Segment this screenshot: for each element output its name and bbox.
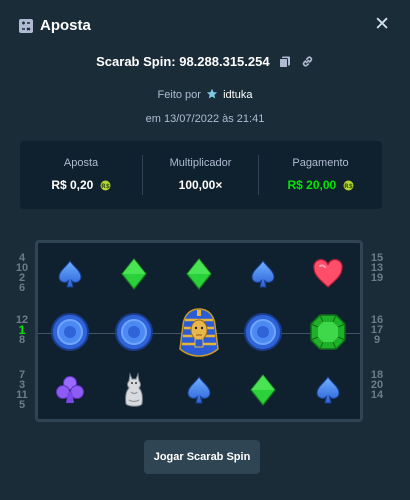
cat-icon	[119, 370, 149, 415]
star-icon	[206, 88, 218, 99]
svg-text:R$: R$	[344, 183, 353, 190]
spin-id: Scarab Spin: 98.288.315.254	[96, 54, 270, 69]
payline-numbers-left: 4 10 2 6 12 1 8 7 3 11 5	[14, 253, 30, 423]
reel-cell	[296, 306, 360, 362]
reel-cell	[38, 306, 102, 362]
pharaoh-icon	[177, 306, 221, 363]
reel-cell	[231, 248, 295, 304]
spade-icon	[182, 373, 216, 412]
modal-header: Aposta ✕	[0, 0, 410, 52]
stat-bet-value-row: R$ 0,20 R$	[20, 178, 142, 192]
payline-group-bottom: 7 3 11 5	[14, 370, 30, 411]
coin-icon: R$	[343, 180, 354, 191]
stat-payout-value-row: R$ 20,00 R$	[259, 178, 382, 192]
coin-icon	[243, 312, 283, 357]
payline-group-top: 15 13 19	[369, 253, 385, 284]
reel-cell	[296, 364, 360, 420]
heart-icon	[311, 258, 345, 295]
stat-payout: Pagamento R$ 20,00 R$	[259, 141, 382, 209]
reel-cell	[38, 364, 102, 420]
coin-icon	[50, 312, 90, 357]
coin-icon: R$	[100, 180, 111, 191]
spin-id-row: Scarab Spin: 98.288.315.254	[0, 54, 410, 69]
svg-text:R$: R$	[101, 183, 110, 190]
reel-cell	[231, 364, 295, 420]
payline-number: 5	[18, 399, 26, 411]
stat-bet-label: Aposta	[63, 157, 99, 169]
reel-cell	[231, 306, 295, 362]
link-icon[interactable]	[301, 55, 314, 68]
modal-title: Aposta	[40, 17, 91, 34]
stat-payout-value: R$ 20,00	[287, 178, 337, 192]
stat-multiplier-label: Multiplicador	[169, 157, 232, 169]
play-scarab-spin-button[interactable]: Jogar Scarab Spin	[144, 440, 260, 474]
payline-numbers-right: 15 13 19 16 17 9 18 20 14	[369, 253, 385, 423]
diamond-icon	[184, 257, 214, 296]
payline-number: 8	[18, 334, 26, 346]
payline-number: 6	[18, 282, 26, 294]
reel-cell	[167, 306, 231, 362]
club-icon	[54, 374, 86, 411]
receipt-icon	[19, 19, 33, 33]
diamond-icon	[248, 373, 278, 412]
stat-bet: Aposta R$ 0,20 R$	[20, 141, 142, 209]
emerald-icon	[308, 312, 348, 357]
reel-cell	[102, 364, 166, 420]
author-prefix: Feito por	[157, 89, 201, 101]
copy-icon[interactable]	[279, 56, 291, 68]
reel-cell	[102, 306, 166, 362]
payline-group-bottom: 18 20 14	[369, 370, 385, 401]
spade-icon	[311, 373, 345, 412]
reel-cell	[102, 248, 166, 304]
stat-payout-label: Pagamento	[292, 157, 349, 169]
bet-date: em 13/07/2022 às 21:41	[145, 113, 265, 125]
coin-icon	[114, 312, 154, 357]
diamond-icon	[119, 257, 149, 296]
reel-cell	[167, 364, 231, 420]
payline-group-mid: 12 1 8	[14, 315, 30, 346]
payline-number: 14	[370, 389, 384, 401]
payline-number: 19	[370, 272, 384, 284]
payline-number: 9	[373, 334, 381, 346]
reel-cell	[296, 248, 360, 304]
author-line: Feito por idtuka	[0, 88, 410, 101]
payline-group-top: 4 10 2 6	[14, 253, 30, 294]
stat-multiplier: Multiplicador 100,00×	[143, 141, 258, 209]
spade-icon	[53, 257, 87, 296]
payline-group-mid: 16 17 9	[369, 315, 385, 346]
stat-multiplier-value: 100,00×	[178, 178, 223, 192]
close-icon[interactable]: ✕	[374, 15, 390, 34]
stat-bet-value: R$ 0,20	[51, 178, 94, 192]
bet-stats-panel: Aposta R$ 0,20 R$ Multiplicador 100,00× …	[20, 141, 382, 209]
reel-cell	[167, 248, 231, 304]
reel-cell	[38, 248, 102, 304]
slot-board	[35, 240, 363, 422]
spade-icon	[246, 257, 280, 296]
author-link[interactable]: idtuka	[223, 89, 252, 101]
